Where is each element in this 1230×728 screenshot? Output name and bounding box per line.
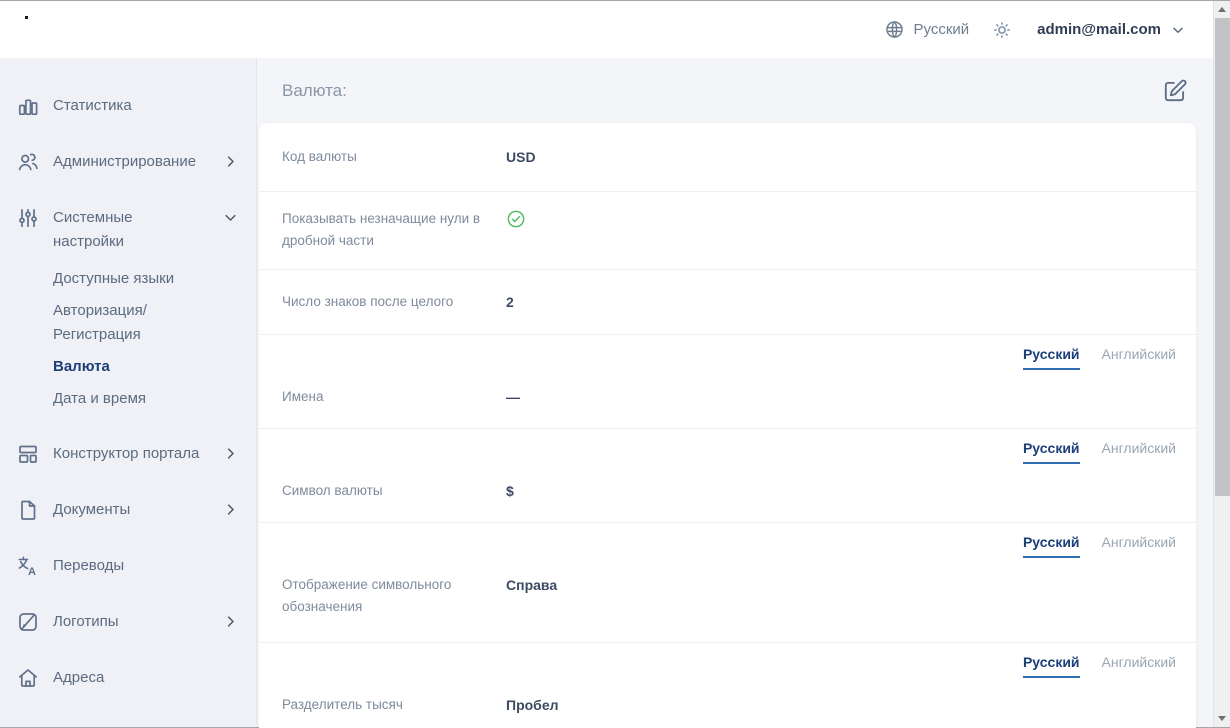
sidebar-item-administration[interactable]: Администрирование <box>16 150 244 174</box>
row-symbol-display: Русский Английский Отображение символьно… <box>259 523 1196 643</box>
row-decimal-places: Число знаков после целого 2 <box>259 270 1196 335</box>
sidebar-item-addresses[interactable]: Адреса <box>16 666 244 690</box>
sidebar-item-portal-builder[interactable]: Конструктор портала <box>16 442 244 466</box>
users-icon <box>16 150 40 174</box>
chevron-right-icon <box>223 502 238 517</box>
row-value: 2 <box>506 291 514 313</box>
row-currency-code: Код валюты USD <box>259 123 1196 192</box>
system-settings-submenu: Доступные языки Авторизация/​Регистрация… <box>53 267 244 411</box>
sidebar-item-statistics[interactable]: Статистика <box>16 94 244 118</box>
sidebar-item-logos[interactable]: Логотипы <box>16 610 244 634</box>
chevron-down-icon <box>1171 23 1185 37</box>
svg-text:A: A <box>28 566 36 578</box>
sidebar-subitem-date-time[interactable]: Дата и время <box>53 387 203 411</box>
tab-russian[interactable]: Русский <box>1023 655 1080 678</box>
tab-russian[interactable]: Русский <box>1023 441 1080 464</box>
edit-icon <box>1162 78 1188 104</box>
row-thousands-separator: Русский Английский Разделитель тысяч Про… <box>259 643 1196 728</box>
bar-chart-icon <box>16 94 40 118</box>
triangle-down-icon <box>1218 716 1226 721</box>
row-value: Пробел <box>506 694 559 716</box>
sliders-icon <box>16 206 40 230</box>
document-icon <box>16 498 40 522</box>
chevron-down-icon <box>223 210 238 225</box>
edit-button[interactable] <box>1162 78 1188 104</box>
sidebar-item-label: Статистика <box>53 94 132 118</box>
tab-english[interactable]: Английский <box>1102 347 1176 370</box>
sidebar-item-documents[interactable]: Документы <box>16 498 244 522</box>
row-label: Разделитель тысяч <box>282 694 506 716</box>
vertical-scrollbar[interactable] <box>1213 1 1230 727</box>
sidebar-item-system-settings[interactable]: Системные настройки <box>16 206 244 254</box>
tab-english[interactable]: Английский <box>1102 441 1176 464</box>
sidebar-nav: Статистика Администрирование <box>0 58 257 727</box>
chevron-right-icon <box>223 446 238 461</box>
sun-icon <box>991 19 1013 41</box>
sidebar-item-translations[interactable]: A Переводы <box>16 554 244 578</box>
language-tabs: Русский Английский <box>282 347 1176 370</box>
user-email: admin@mail.com <box>1037 21 1161 38</box>
logos-icon <box>16 610 40 634</box>
row-value: USD <box>506 146 536 168</box>
top-header: Русский admin@mail.com <box>0 1 1213 58</box>
sidebar-item-label: Логотипы <box>53 610 119 634</box>
currency-settings-card: Код валюты USD Показывать незначащие нул… <box>259 123 1196 728</box>
tab-russian[interactable]: Русский <box>1023 347 1080 370</box>
logo-placeholder <box>25 16 28 19</box>
language-tabs: Русский Английский <box>282 535 1176 558</box>
row-names: Русский Английский Имена — <box>259 335 1196 429</box>
sidebar-item-label: Адреса <box>53 666 104 690</box>
sidebar-subitem-currency[interactable]: Валюта <box>53 355 203 379</box>
row-label: Число знаков после целого <box>282 291 506 313</box>
language-switcher[interactable]: Русский <box>884 19 970 40</box>
scrollbar-thumb[interactable] <box>1215 18 1230 496</box>
sidebar-item-label: Документы <box>53 498 130 522</box>
main-content: Валюта: Код валюты USD <box>257 58 1213 727</box>
row-value: — <box>506 386 520 408</box>
tab-english[interactable]: Английский <box>1102 535 1176 558</box>
triangle-up-icon <box>1218 7 1226 12</box>
layout-icon <box>16 442 40 466</box>
globe-icon <box>884 19 905 40</box>
page: Русский admin@mail.com <box>0 1 1213 727</box>
sidebar-item-label: Системные настройки <box>53 206 205 254</box>
row-show-insignificant-zeros: Показывать незначащие нули в дробной час… <box>259 192 1196 270</box>
language-tabs: Русский Английский <box>282 441 1176 464</box>
row-label: Отображение символьного обозначения <box>282 574 506 618</box>
scrollbar-up-button[interactable] <box>1214 1 1230 18</box>
scrollbar-down-button[interactable] <box>1214 710 1230 727</box>
sidebar-item-label: Переводы <box>53 554 124 578</box>
sidebar-item-label: Конструктор портала <box>53 442 199 466</box>
sidebar-subitem-available-languages[interactable]: Доступные языки <box>53 267 203 291</box>
language-label: Русский <box>914 21 970 38</box>
home-icon <box>16 666 40 690</box>
language-tabs: Русский Английский <box>282 655 1176 678</box>
sidebar-item-label: Администрирование <box>53 150 196 174</box>
row-value: $ <box>506 480 514 502</box>
row-label: Имена <box>282 386 506 408</box>
row-label: Символ валюты <box>282 480 506 502</box>
page-title: Валюта: <box>282 81 347 101</box>
theme-toggle-button[interactable] <box>991 19 1013 41</box>
check-circle-icon <box>506 209 526 229</box>
sidebar-subitem-auth-registration[interactable]: Авторизация/​Регистрация <box>53 299 203 347</box>
tab-english[interactable]: Английский <box>1102 655 1176 678</box>
chevron-right-icon <box>223 614 238 629</box>
row-currency-symbol: Русский Английский Символ валюты $ <box>259 429 1196 523</box>
row-value: Справа <box>506 574 557 596</box>
chevron-right-icon <box>223 154 238 169</box>
row-label: Показывать незначащие нули в дробной час… <box>282 208 506 252</box>
user-menu[interactable]: admin@mail.com <box>1037 21 1185 38</box>
tab-russian[interactable]: Русский <box>1023 535 1080 558</box>
header-controls: Русский admin@mail.com <box>884 19 1186 41</box>
row-label: Код валюты <box>282 146 506 168</box>
translate-icon: A <box>16 554 40 578</box>
